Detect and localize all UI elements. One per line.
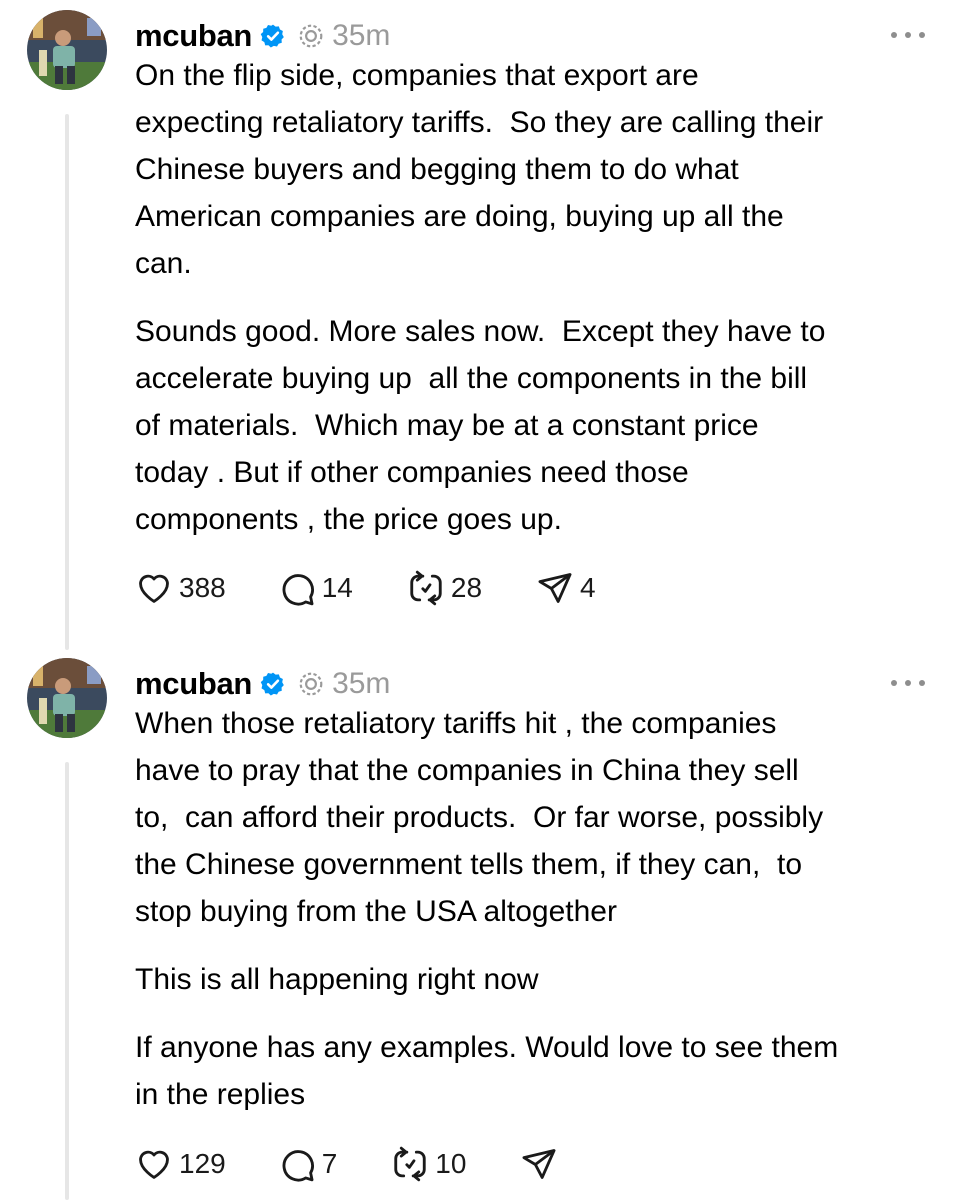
post-paragraph: When those retaliatory tariffs hit , the… bbox=[135, 707, 824, 928]
post-paragraph: If anyone has any examples. Would love t… bbox=[135, 1031, 839, 1111]
share-button[interactable]: 4 bbox=[536, 568, 596, 608]
thread-line bbox=[65, 114, 69, 650]
repost-icon bbox=[410, 570, 442, 606]
avatar[interactable] bbox=[27, 10, 107, 90]
like-count: 388 bbox=[179, 572, 226, 603]
post: mcuban 35m On the flip side, companies t… bbox=[0, 10, 961, 650]
reply-button[interactable]: 7 bbox=[278, 1144, 338, 1184]
share-count: 4 bbox=[580, 572, 596, 603]
send-icon bbox=[522, 1149, 556, 1179]
repost-count: 10 bbox=[435, 1148, 467, 1179]
send-icon bbox=[538, 573, 572, 603]
post-paragraph: On the flip side, companies that export … bbox=[135, 59, 824, 280]
more-icon[interactable] bbox=[891, 668, 925, 698]
reply-count: 14 bbox=[321, 572, 353, 603]
post-body: When those retaliatory tariffs hit , the… bbox=[135, 700, 935, 1118]
post-body: On the flip side, companies that export … bbox=[135, 52, 935, 543]
heart-icon bbox=[139, 1150, 169, 1179]
thread-line bbox=[65, 762, 69, 1200]
repost-button[interactable]: 28 bbox=[407, 568, 482, 608]
threads-icon bbox=[299, 24, 323, 48]
timestamp: 35m bbox=[332, 19, 391, 52]
more-icon[interactable] bbox=[891, 20, 925, 50]
post-actions: 388 14 28 4 bbox=[135, 568, 596, 608]
comment-icon bbox=[282, 574, 314, 606]
repost-icon bbox=[394, 1146, 426, 1182]
like-count: 129 bbox=[179, 1148, 226, 1179]
reply-count: 7 bbox=[321, 1148, 338, 1179]
post: mcuban 35m When those retaliatory tariff… bbox=[0, 658, 961, 1200]
repost-button[interactable]: 10 bbox=[391, 1144, 466, 1184]
username[interactable]: mcuban bbox=[135, 666, 252, 702]
threads-icon bbox=[299, 672, 323, 696]
like-button[interactable]: 129 bbox=[135, 1144, 226, 1184]
like-button[interactable]: 388 bbox=[135, 568, 226, 608]
timestamp: 35m bbox=[332, 667, 391, 700]
verified-badge-icon bbox=[260, 24, 284, 48]
post-actions: 129 7 10 bbox=[135, 1144, 564, 1184]
post-paragraph: This is all happening right now bbox=[135, 963, 539, 996]
avatar[interactable] bbox=[27, 658, 107, 738]
username[interactable]: mcuban bbox=[135, 18, 252, 54]
comment-icon bbox=[282, 1150, 314, 1182]
reply-button[interactable]: 14 bbox=[278, 568, 353, 608]
verified-badge-icon bbox=[260, 672, 284, 696]
post-paragraph: Sounds good. More sales now. Except they… bbox=[135, 315, 826, 536]
repost-count: 28 bbox=[450, 572, 483, 603]
share-button[interactable] bbox=[520, 1144, 564, 1184]
heart-icon bbox=[139, 574, 169, 603]
